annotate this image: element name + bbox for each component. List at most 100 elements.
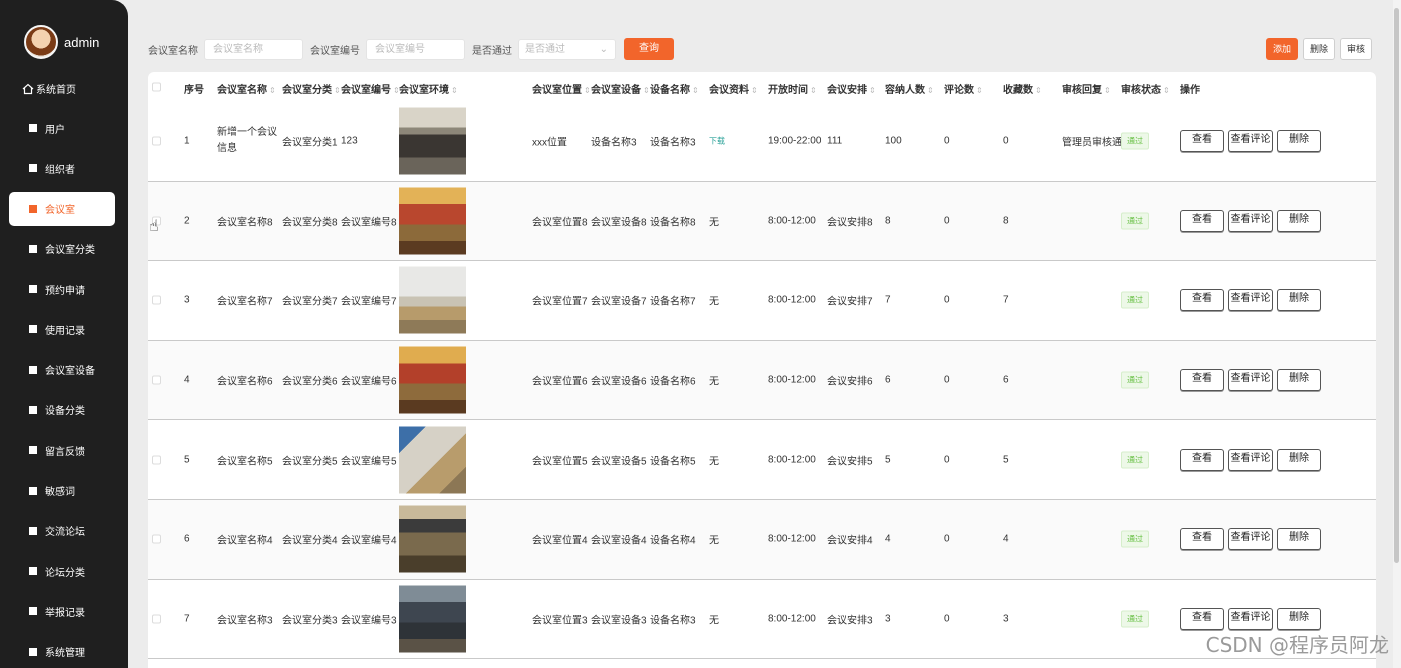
view-button[interactable]: 查看 xyxy=(1180,369,1224,392)
cell-material: 无 xyxy=(709,217,719,229)
status-badge: 通过 xyxy=(1121,371,1149,389)
delete-button[interactable]: 删除 xyxy=(1277,528,1321,551)
review-button[interactable]: 审核 xyxy=(1339,38,1372,60)
column-header[interactable]: 评论数 ⇕ xyxy=(944,81,983,96)
cell-material: 无 xyxy=(709,456,719,468)
column-header[interactable]: 收藏数 ⇕ xyxy=(1003,81,1042,96)
column-header[interactable]: 开放时间 ⇕ xyxy=(768,81,817,96)
batch-delete-button[interactable]: 删除 xyxy=(1302,38,1335,60)
view-comments-button[interactable]: 查看评论 xyxy=(1228,607,1273,630)
delete-button[interactable]: 删除 xyxy=(1277,607,1321,630)
scrollbar[interactable] xyxy=(1393,0,1401,668)
column-header[interactable]: 会议资料 ⇕ xyxy=(709,81,758,96)
sidebar-item-4[interactable]: 预约申请 xyxy=(0,269,128,309)
view-comments-button[interactable]: 查看评论 xyxy=(1228,369,1273,392)
sort-icon[interactable]: ⇕ xyxy=(643,86,650,95)
pass-filter-select[interactable]: 是否通过 ⌄ xyxy=(518,38,616,60)
sort-icon[interactable]: ⇕ xyxy=(869,86,876,95)
sidebar-item-11[interactable]: 论坛分类 xyxy=(0,551,128,591)
row-checkbox[interactable] xyxy=(152,614,161,624)
code-filter-input[interactable]: 会议室编号 xyxy=(366,38,465,60)
row-checkbox[interactable] xyxy=(152,534,161,544)
sort-icon[interactable]: ⇕ xyxy=(451,86,458,95)
column-header[interactable]: 设备名称 ⇕ xyxy=(650,81,699,96)
column-header[interactable]: 审核回复 ⇕ xyxy=(1062,81,1111,96)
view-comments-button[interactable]: 查看评论 xyxy=(1228,289,1273,312)
cell-device-name: 设备名称3 xyxy=(650,137,696,149)
select-all-checkbox[interactable] xyxy=(152,82,161,92)
column-header-label: 开放时间 xyxy=(768,85,808,96)
sidebar-item-10[interactable]: 交流论坛 xyxy=(0,511,128,551)
sort-icon[interactable]: ⇕ xyxy=(1163,86,1170,95)
sort-icon[interactable]: ⇕ xyxy=(927,86,934,95)
view-comments-button[interactable]: 查看评论 xyxy=(1228,448,1273,471)
sort-icon[interactable]: ⇕ xyxy=(692,86,699,95)
name-filter-input[interactable]: 会议室名称 xyxy=(204,38,303,60)
sort-icon[interactable]: ⇕ xyxy=(584,86,591,95)
sidebar-item-8[interactable]: 留言反馈 xyxy=(0,430,128,470)
view-button[interactable]: 查看 xyxy=(1180,209,1224,232)
cell-favorites: 5 xyxy=(1003,454,1009,466)
column-header[interactable]: 容纳人数 ⇕ xyxy=(885,81,934,96)
scrollbar-thumb[interactable] xyxy=(1394,8,1399,563)
view-comments-button[interactable]: 查看评论 xyxy=(1228,209,1273,232)
avatar[interactable] xyxy=(24,25,58,59)
sort-icon[interactable]: ⇕ xyxy=(334,86,341,95)
sort-icon[interactable]: ⇕ xyxy=(810,86,817,95)
row-checkbox[interactable] xyxy=(152,375,161,385)
row-checkbox[interactable] xyxy=(152,455,161,465)
query-button[interactable]: 查询 xyxy=(624,38,674,60)
column-header[interactable]: 会议室名称 ⇕ xyxy=(217,81,276,96)
view-button[interactable]: 查看 xyxy=(1180,130,1224,153)
cell-material: 无 xyxy=(709,376,719,388)
column-header[interactable]: 会议室分类 ⇕ xyxy=(282,81,341,96)
sidebar-item-home[interactable]: 系统首页 xyxy=(22,81,76,96)
row-checkbox[interactable] xyxy=(152,136,161,146)
sidebar-item-13[interactable]: 系统管理 xyxy=(0,632,128,668)
column-header[interactable]: 会议安排 ⇕ xyxy=(827,81,876,96)
sort-icon[interactable]: ⇕ xyxy=(1035,86,1042,95)
sort-icon[interactable]: ⇕ xyxy=(269,86,276,95)
sidebar-item-2[interactable]: 会议室 xyxy=(9,191,115,226)
delete-button[interactable]: 删除 xyxy=(1277,369,1321,392)
table-row: 6 会议室名称4 会议室分类4 会议室编号4 会议室位置4 会议室设备4 设备名称4 无 8:0… xyxy=(148,499,1376,580)
sort-icon[interactable]: ⇕ xyxy=(1104,86,1111,95)
view-comments-button[interactable]: 查看评论 xyxy=(1228,130,1273,153)
sidebar-item-5[interactable]: 使用记录 xyxy=(0,309,128,349)
column-header-label: 审核回复 xyxy=(1062,85,1102,96)
sidebar-item-3[interactable]: 会议室分类 xyxy=(0,229,128,269)
column-header[interactable]: 会议室环境 ⇕ xyxy=(399,81,458,96)
column-header[interactable]: 会议室编号 ⇕ xyxy=(341,81,400,96)
delete-button[interactable]: 删除 xyxy=(1277,448,1321,471)
sidebar-item-7[interactable]: 设备分类 xyxy=(0,390,128,430)
sidebar-item-1[interactable]: 组织者 xyxy=(0,148,128,188)
grid-icon xyxy=(29,325,37,334)
sort-icon[interactable]: ⇕ xyxy=(976,86,983,95)
column-header-label: 会议室位置 xyxy=(532,85,582,96)
column-header[interactable]: 会议室位置 ⇕ xyxy=(532,81,591,96)
view-button[interactable]: 查看 xyxy=(1180,289,1224,312)
view-button[interactable]: 查看 xyxy=(1180,448,1224,471)
status-badge: 通过 xyxy=(1121,451,1149,469)
cell-favorites: 8 xyxy=(1003,215,1009,227)
cell-material[interactable]: 下载 xyxy=(709,136,725,147)
delete-button[interactable]: 删除 xyxy=(1277,289,1321,312)
column-header: 操作 xyxy=(1180,81,1200,96)
add-button[interactable]: 添加 xyxy=(1265,38,1298,60)
sidebar-item-9[interactable]: 敏感词 xyxy=(0,470,128,510)
view-button[interactable]: 查看 xyxy=(1180,607,1224,630)
cell-category: 会议室分类1 xyxy=(282,137,338,149)
view-comments-button[interactable]: 查看评论 xyxy=(1228,528,1273,551)
row-checkbox[interactable] xyxy=(152,295,161,305)
sort-icon[interactable]: ⇕ xyxy=(751,86,758,95)
column-header[interactable]: 会议室设备 ⇕ xyxy=(591,81,650,96)
delete-button[interactable]: 删除 xyxy=(1277,130,1321,153)
view-button[interactable]: 查看 xyxy=(1180,528,1224,551)
delete-button[interactable]: 删除 xyxy=(1277,209,1321,232)
chat-icon xyxy=(29,244,37,253)
column-header[interactable]: 审核状态 ⇕ xyxy=(1121,81,1170,96)
sidebar-item-6[interactable]: 会议室设备 xyxy=(0,349,128,389)
sidebar-item-12[interactable]: 举报记录 xyxy=(0,591,128,631)
column-header-label: 设备名称 xyxy=(650,85,690,96)
sidebar-item-0[interactable]: 用户 xyxy=(0,108,128,148)
